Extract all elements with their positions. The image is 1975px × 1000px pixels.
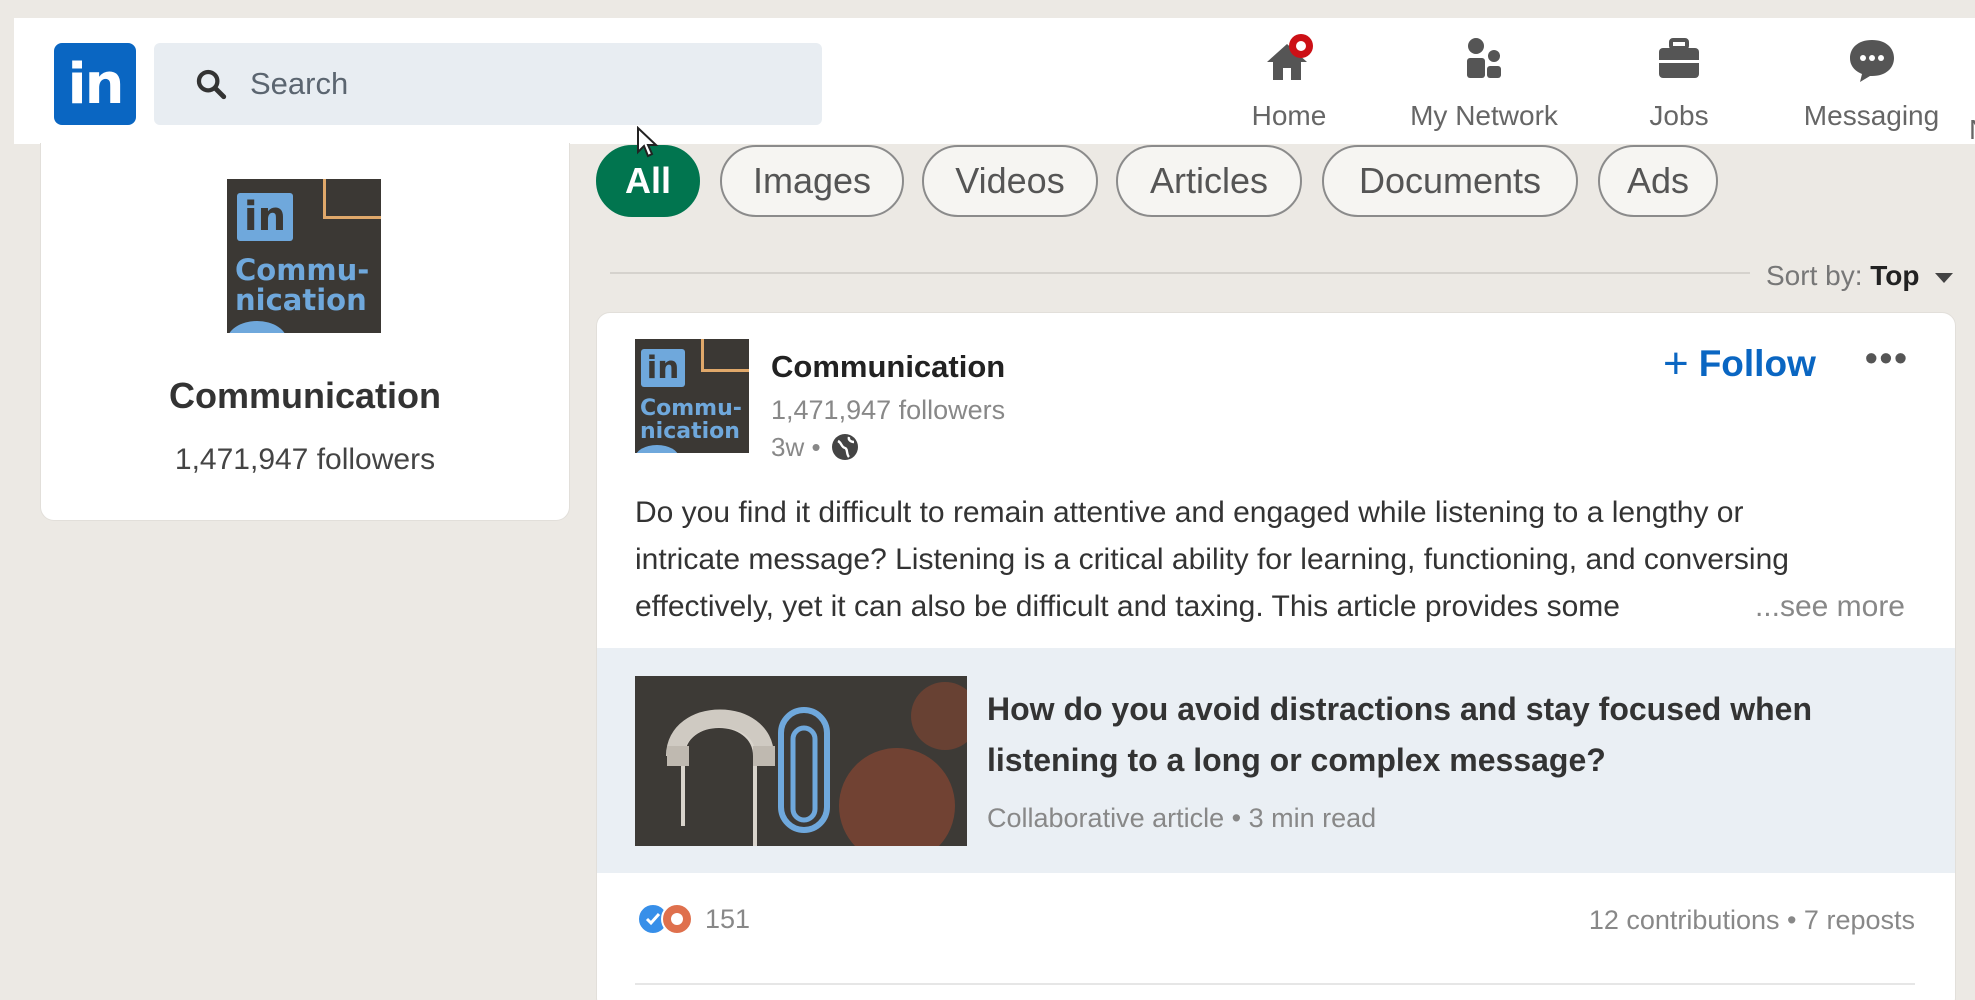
nav-home[interactable]: Home — [1229, 32, 1349, 144]
filter-images[interactable]: Images — [720, 145, 904, 217]
headphones-paperclip-illustration — [635, 676, 967, 846]
logo-text-line-1: Commu- — [235, 253, 370, 287]
post-text: Do you find it difficult to remain atten… — [635, 489, 1935, 630]
post-text-line: effectively, yet it can also be difficul… — [635, 590, 1620, 623]
home-icon — [1267, 34, 1313, 80]
feed-post: in Commu- nication Communication 1,471,9… — [596, 312, 1956, 1000]
logo-in-mark: in — [237, 193, 293, 241]
logo-arc — [635, 445, 679, 453]
post-time: 3w • — [771, 431, 821, 462]
network-icon — [1467, 38, 1501, 78]
sort-value: Top — [1870, 260, 1920, 291]
top-nav-bar: in Search Home My Network Jobs Messaging — [14, 18, 1975, 146]
search-input[interactable]: Search — [154, 43, 822, 125]
company-card: in Commu- nication Communication 1,471,9… — [40, 143, 570, 521]
reaction-icons — [637, 903, 693, 935]
sort-label: Sort by: — [1766, 260, 1863, 291]
article-title-line: How do you avoid distractions and stay f… — [987, 691, 1813, 727]
follow-label: Follow — [1698, 343, 1816, 384]
article-thumbnail — [635, 676, 967, 846]
post-stats[interactable]: 12 contributions • 7 reposts — [1589, 905, 1915, 936]
logo-text: Commu- nication — [235, 255, 369, 316]
reaction-count: 151 — [705, 903, 751, 934]
nav-home-label: Home — [1251, 100, 1327, 131]
logo-text: Commu- nication — [640, 397, 742, 443]
logo-accent-line — [323, 179, 381, 219]
post-text-line: intricate message? Listening is a critic… — [635, 543, 1789, 576]
search-placeholder: Search — [250, 66, 349, 101]
company-logo[interactable]: in Commu- nication — [227, 179, 381, 333]
article-preview[interactable]: How do you avoid distractions and stay f… — [597, 648, 1955, 873]
mouse-cursor-icon — [637, 126, 659, 158]
logo-accent-line — [701, 339, 749, 372]
company-name[interactable]: Communication — [41, 375, 569, 417]
nav-notifications-label-partial: N — [1969, 114, 1975, 146]
nav-my-network-label: My Network — [1410, 100, 1558, 131]
post-author-logo[interactable]: in Commu- nication — [635, 339, 749, 453]
logo-text-line-1: Commu- — [640, 396, 742, 421]
post-text-line: Do you find it difficult to remain atten… — [635, 496, 1744, 529]
see-more-link[interactable]: ...see more — [1755, 583, 1905, 630]
article-title[interactable]: How do you avoid distractions and stay f… — [987, 684, 1813, 786]
filter-ads[interactable]: Ads — [1598, 145, 1718, 217]
post-author-name[interactable]: Communication — [771, 349, 1005, 385]
logo-arc — [227, 321, 287, 333]
sort-dropdown[interactable]: Sort by: Top — [1766, 260, 1954, 292]
article-subtitle: Collaborative article • 3 min read — [987, 803, 1377, 833]
filter-videos[interactable]: Videos — [922, 145, 1098, 217]
nav-my-network[interactable]: My Network — [1394, 32, 1574, 144]
post-author-followers: 1,471,947 followers — [771, 395, 1006, 425]
search-icon — [196, 69, 227, 100]
jobs-icon — [1659, 38, 1699, 78]
logo-in-mark: in — [641, 349, 685, 387]
filter-articles[interactable]: Articles — [1116, 145, 1302, 217]
post-meta: 3w • — [771, 431, 861, 463]
logo-text-line-2: nication — [235, 283, 367, 318]
messaging-icon — [1849, 40, 1894, 82]
post-divider — [635, 983, 1915, 985]
filter-divider — [610, 272, 1750, 274]
nav-messaging[interactable]: Messaging — [1784, 32, 1959, 144]
article-title-line: listening to a long or complex message? — [987, 742, 1606, 778]
follow-button[interactable]: + Follow — [1663, 337, 1816, 391]
nav-messaging-label: Messaging — [1803, 100, 1940, 131]
caret-down-icon — [1935, 272, 1954, 283]
linkedin-logo[interactable]: in — [54, 43, 136, 125]
reactions-summary[interactable]: 151 — [635, 901, 750, 937]
nav-jobs[interactable]: Jobs — [1624, 32, 1734, 144]
more-options-icon[interactable]: ••• — [1865, 337, 1909, 379]
filter-documents[interactable]: Documents — [1322, 145, 1578, 217]
plus-icon: + — [1663, 339, 1689, 388]
company-followers: 1,471,947 followers — [174, 443, 436, 476]
nav-jobs-label: Jobs — [1649, 100, 1709, 131]
logo-text-line-2: nication — [640, 419, 740, 445]
globe-icon — [831, 434, 858, 460]
